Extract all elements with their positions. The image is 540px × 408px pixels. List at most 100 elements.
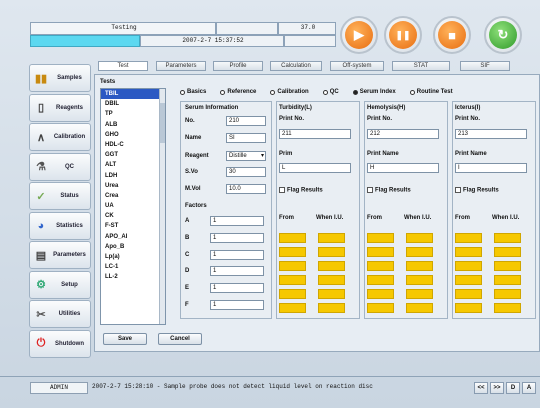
tests-list-item[interactable]: F-ST bbox=[101, 221, 165, 231]
status-nav-button[interactable]: D bbox=[506, 382, 520, 394]
sidebar-item-reagents[interactable]: ▯ Reagents bbox=[29, 93, 91, 122]
from-range-cell[interactable] bbox=[455, 289, 482, 299]
status-nav-button[interactable]: A bbox=[522, 382, 536, 394]
tab-off-system[interactable]: Off-system bbox=[330, 61, 384, 71]
print-name-input[interactable]: H bbox=[367, 163, 439, 173]
when-range-cell[interactable] bbox=[494, 275, 521, 285]
flag-results-checkbox[interactable]: Flag Results bbox=[367, 187, 411, 194]
when-range-cell[interactable] bbox=[406, 275, 433, 285]
tests-list-item[interactable]: Crea bbox=[101, 191, 165, 201]
from-range-cell[interactable] bbox=[279, 303, 306, 313]
tests-scrollbar[interactable] bbox=[159, 89, 165, 324]
when-range-cell[interactable] bbox=[494, 289, 521, 299]
when-range-cell[interactable] bbox=[406, 261, 433, 271]
from-range-cell[interactable] bbox=[279, 275, 306, 285]
tests-list-item[interactable]: UA bbox=[101, 201, 165, 211]
from-range-cell[interactable] bbox=[279, 261, 306, 271]
from-range-cell[interactable] bbox=[367, 275, 394, 285]
tests-list-item[interactable]: TP bbox=[101, 109, 165, 119]
factor-input[interactable]: 1 bbox=[210, 283, 264, 294]
when-range-cell[interactable] bbox=[494, 247, 521, 257]
tests-list[interactable]: TBIL DBIL TP ALB GHO HDL-C GGT ALT LDH Urea Crea UA… bbox=[100, 88, 166, 325]
from-range-cell[interactable] bbox=[455, 303, 482, 313]
when-range-cell[interactable] bbox=[406, 303, 433, 313]
factor-input[interactable]: 1 bbox=[210, 216, 264, 226]
option-basics[interactable]: Basics bbox=[180, 87, 206, 97]
when-range-cell[interactable] bbox=[318, 303, 345, 313]
tests-list-item[interactable]: HDL-C bbox=[101, 140, 165, 150]
factor-input[interactable]: 1 bbox=[210, 266, 264, 277]
from-range-cell[interactable] bbox=[279, 233, 306, 243]
from-range-cell[interactable] bbox=[367, 289, 394, 299]
name-input[interactable]: SI bbox=[226, 133, 266, 143]
tests-list-item[interactable]: CK bbox=[101, 211, 165, 221]
sidebar-item-qc[interactable]: ⚗ QC bbox=[29, 152, 91, 181]
factor-input[interactable]: 1 bbox=[210, 249, 264, 260]
pause-button[interactable]: ❚❚ bbox=[384, 16, 422, 54]
no-input[interactable]: 210 bbox=[226, 116, 266, 126]
from-range-cell[interactable] bbox=[367, 247, 394, 257]
status-nav-button[interactable]: << bbox=[474, 382, 488, 394]
tests-list-item[interactable]: GHO bbox=[101, 130, 165, 140]
when-range-cell[interactable] bbox=[318, 289, 345, 299]
tab-sif[interactable]: SIF bbox=[460, 61, 510, 71]
print-name-input[interactable]: L bbox=[279, 163, 351, 173]
sidebar-item-setup[interactable]: ⚙ Setup bbox=[29, 270, 91, 299]
tab-profile[interactable]: Profile bbox=[213, 61, 263, 71]
when-range-cell[interactable] bbox=[318, 233, 345, 243]
from-range-cell[interactable] bbox=[367, 261, 394, 271]
tests-list-item[interactable]: Apo_B bbox=[101, 242, 165, 252]
when-range-cell[interactable] bbox=[406, 247, 433, 257]
cancel-button[interactable]: Cancel bbox=[158, 333, 202, 345]
status-nav-button[interactable]: >> bbox=[490, 382, 504, 394]
when-range-cell[interactable] bbox=[406, 289, 433, 299]
print-no-input[interactable]: 211 bbox=[279, 129, 351, 139]
sidebar-item-status[interactable]: ✓ Status bbox=[29, 182, 91, 210]
flag-results-checkbox[interactable]: Flag Results bbox=[455, 187, 499, 194]
tests-list-item[interactable]: Urea bbox=[101, 181, 165, 191]
when-range-cell[interactable] bbox=[318, 247, 345, 257]
tab-stat[interactable]: STAT bbox=[392, 61, 450, 71]
tab-test[interactable]: Test bbox=[98, 61, 148, 71]
from-range-cell[interactable] bbox=[279, 247, 306, 257]
when-range-cell[interactable] bbox=[494, 303, 521, 313]
tests-scroll-thumb[interactable] bbox=[160, 103, 165, 143]
factor-input[interactable]: 1 bbox=[210, 300, 264, 310]
print-no-input[interactable]: 212 bbox=[367, 129, 439, 139]
sidebar-item-samples[interactable]: ▮▮ Samples bbox=[29, 64, 91, 92]
when-range-cell[interactable] bbox=[318, 275, 345, 285]
sidebar-item-shutdown[interactable]: ⏻ Shutdown bbox=[29, 329, 91, 358]
print-no-input[interactable]: 213 bbox=[455, 129, 527, 139]
from-range-cell[interactable] bbox=[367, 233, 394, 243]
tests-list-item[interactable]: DBIL bbox=[101, 99, 165, 109]
tests-list-item[interactable]: TBIL bbox=[101, 89, 165, 100]
when-range-cell[interactable] bbox=[494, 261, 521, 271]
sidebar-item-calibration[interactable]: ∧ Calibration bbox=[29, 123, 91, 151]
when-range-cell[interactable] bbox=[494, 233, 521, 243]
mvol-input[interactable]: 10.0 bbox=[226, 184, 266, 194]
when-range-cell[interactable] bbox=[318, 261, 345, 271]
from-range-cell[interactable] bbox=[279, 289, 306, 299]
tab-parameters[interactable]: Parameters bbox=[156, 61, 206, 71]
from-range-cell[interactable] bbox=[455, 275, 482, 285]
sv-input[interactable]: 30 bbox=[226, 167, 266, 177]
stop-button[interactable]: ■ bbox=[433, 16, 471, 54]
tests-list-item[interactable]: GGT bbox=[101, 150, 165, 160]
option-reference[interactable]: Reference bbox=[220, 87, 256, 97]
from-range-cell[interactable] bbox=[367, 303, 394, 313]
tests-list-item[interactable]: ALB bbox=[101, 120, 165, 130]
tab-calculation[interactable]: Calculation bbox=[270, 61, 322, 71]
option-calibration[interactable]: Calibration bbox=[270, 87, 309, 97]
option-qc[interactable]: QC bbox=[322, 87, 339, 97]
print-name-input[interactable]: I bbox=[455, 163, 527, 173]
sidebar-item-utilities[interactable]: ✂ Utilities bbox=[29, 300, 91, 328]
tests-list-item[interactable]: APO_AI bbox=[101, 232, 165, 242]
sidebar-item-statistics[interactable]: ◕ Statistics bbox=[29, 211, 91, 240]
option-routine-test[interactable]: Routine Test bbox=[409, 87, 453, 97]
tests-list-item[interactable]: LL-2 bbox=[101, 272, 165, 282]
tests-list-item[interactable]: LDH bbox=[101, 171, 165, 181]
from-range-cell[interactable] bbox=[455, 247, 482, 257]
factor-input[interactable]: 1 bbox=[210, 232, 264, 243]
save-button[interactable]: Save bbox=[103, 333, 147, 345]
refresh-button[interactable]: ↻ bbox=[484, 16, 522, 54]
